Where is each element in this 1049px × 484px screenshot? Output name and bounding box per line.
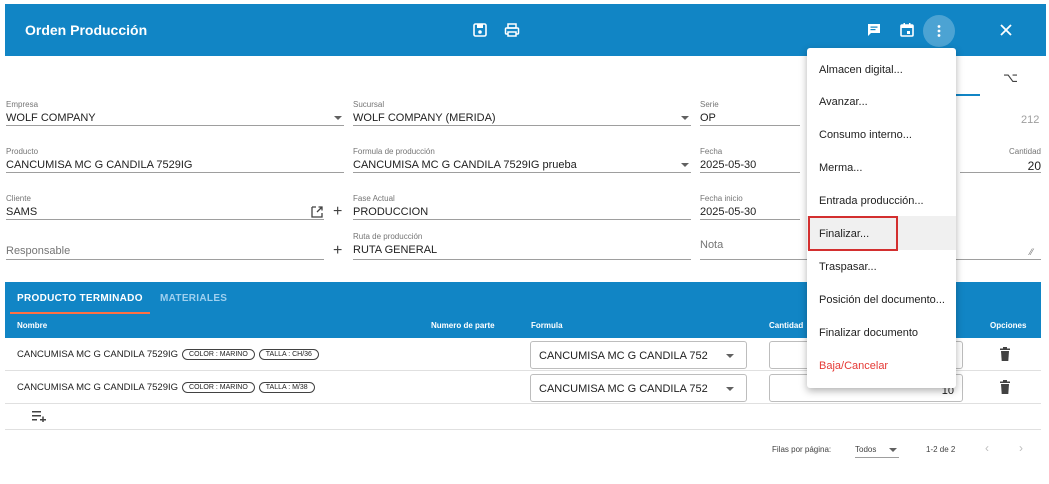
- chevron-down-icon: [889, 448, 897, 452]
- page-title: Orden Producción: [25, 22, 148, 38]
- cantidad-field[interactable]: Cantidad 20: [960, 147, 1041, 173]
- formula-select[interactable]: CANCUMISA MC G CANDILA 752: [530, 341, 747, 369]
- variant-chip: TALLA : M/38: [258, 382, 315, 393]
- print-icon[interactable]: [504, 22, 520, 38]
- cliente-field[interactable]: Cliente SAMS: [6, 194, 324, 220]
- producto-field[interactable]: Producto CANCUMISA MC G CANDILA 7529IG: [6, 147, 344, 173]
- menu-item-almacen-digital[interactable]: Almacen digital...: [819, 64, 903, 76]
- menu-item-posicion-documento[interactable]: Posición del documento...: [819, 294, 945, 306]
- menu-item-merma[interactable]: Merma...: [819, 162, 862, 174]
- filter-icon[interactable]: ⌥: [1003, 70, 1018, 86]
- add-row-icon[interactable]: [32, 410, 46, 422]
- close-icon[interactable]: [998, 22, 1014, 38]
- chevron-down-icon: [681, 163, 689, 167]
- empresa-field[interactable]: Empresa WOLF COMPANY: [6, 100, 344, 126]
- menu-item-consumo-interno[interactable]: Consumo interno...: [819, 129, 912, 141]
- rows-per-page-select[interactable]: Todos: [855, 441, 899, 458]
- divider: [5, 429, 1041, 430]
- active-tab-indicator: [10, 312, 150, 314]
- page: Orden Producción ⌥ Empresa WOLF COMPANY …: [0, 0, 1049, 484]
- rows-per-page-label: Filas por página:: [772, 445, 832, 454]
- resize-handle-icon[interactable]: ⁄⁄: [1030, 247, 1033, 257]
- menu-item-traspasar[interactable]: Traspasar...: [819, 261, 877, 273]
- col-formula: Formula: [531, 321, 563, 330]
- highlight-outline: [808, 216, 898, 251]
- serie-field[interactable]: Serie OP: [700, 100, 800, 126]
- menu-item-entrada-produccion[interactable]: Entrada producción...: [819, 195, 924, 207]
- formula-select[interactable]: CANCUMISA MC G CANDILA 752: [530, 374, 747, 402]
- menu-item-finalizar-documento[interactable]: Finalizar documento: [819, 327, 918, 339]
- menu-item-avanzar[interactable]: Avanzar...: [819, 96, 868, 108]
- open-external-icon[interactable]: [310, 205, 324, 219]
- col-opciones: Opciones: [990, 321, 1027, 330]
- tab-producto-terminado[interactable]: PRODUCTO TERMINADO: [17, 293, 143, 304]
- col-cantidad: Cantidad: [769, 321, 804, 330]
- tab-indicator: [956, 94, 980, 96]
- col-nombre: Nombre: [17, 321, 48, 330]
- prev-page-icon[interactable]: ‹: [985, 441, 989, 455]
- chevron-down-icon: [681, 116, 689, 120]
- delete-icon[interactable]: [999, 380, 1011, 394]
- formula-field[interactable]: Formula de producción CANCUMISA MC G CAN…: [353, 147, 691, 173]
- variant-chip: COLOR : MARINO: [182, 349, 255, 360]
- sucursal-field[interactable]: Sucursal WOLF COMPANY (MERIDA): [353, 100, 691, 126]
- fecha-inicio-field[interactable]: Fecha inicio 2025-05-30: [700, 194, 800, 220]
- row-product-name: CANCUMISA MC G CANDILA 7529IG: [17, 349, 179, 360]
- more-vert-icon[interactable]: [923, 15, 955, 47]
- add-cliente-icon[interactable]: +: [333, 203, 342, 221]
- responsable-field[interactable]: Responsable: [6, 236, 324, 260]
- chevron-down-icon: [726, 387, 734, 391]
- calendar-icon[interactable]: [899, 22, 915, 38]
- folio-value: 212: [1021, 114, 1040, 126]
- comment-icon[interactable]: [866, 22, 882, 38]
- variant-chip: COLOR : MARINO: [182, 382, 255, 393]
- col-numero-parte: Numero de parte: [431, 321, 495, 330]
- pagination-range: 1-2 de 2: [926, 445, 956, 454]
- fecha-field[interactable]: Fecha 2025-05-30: [700, 147, 800, 173]
- chevron-down-icon: [334, 116, 342, 120]
- chevron-down-icon: [726, 354, 734, 358]
- variant-chip: TALLA : CH/36: [258, 349, 319, 360]
- row-product-name: CANCUMISA MC G CANDILA 7529IG: [17, 382, 179, 393]
- save-icon[interactable]: [472, 22, 488, 38]
- ruta-field[interactable]: Ruta de producción RUTA GENERAL: [353, 232, 691, 260]
- delete-icon[interactable]: [999, 347, 1011, 361]
- fase-actual-field[interactable]: Fase Actual PRODUCCION: [353, 194, 691, 220]
- tab-materiales[interactable]: MATERIALES: [160, 293, 227, 304]
- next-page-icon[interactable]: ›: [1019, 441, 1023, 455]
- menu-item-baja-cancelar[interactable]: Baja/Cancelar: [819, 360, 888, 372]
- add-responsable-icon[interactable]: +: [333, 242, 342, 260]
